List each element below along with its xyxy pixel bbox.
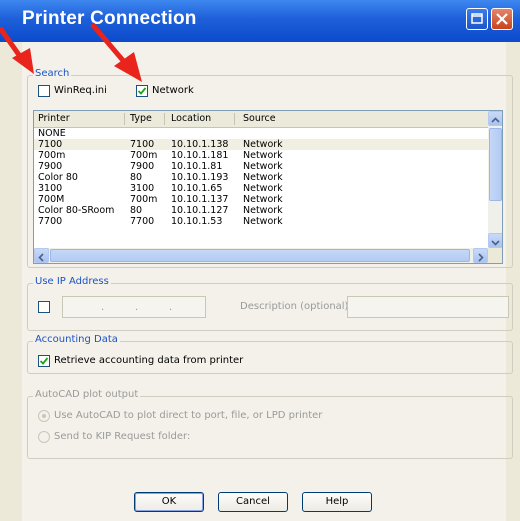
table-cell: 10.10.1.81	[171, 161, 223, 172]
ip-group-label: Use IP Address	[33, 276, 111, 287]
table-cell: 10.10.1.181	[171, 150, 229, 161]
network-checkbox[interactable]	[136, 85, 148, 97]
column-header-type[interactable]: Type	[130, 113, 152, 124]
table-row[interactable]: 7700 7700 10.10.1.53 Network	[34, 216, 488, 227]
table-row[interactable]: 3100 3100 10.10.1.65 Network	[34, 183, 488, 194]
table-cell: Color 80-SRoom	[38, 205, 115, 216]
table-cell: 7700	[130, 216, 155, 227]
maximize-button[interactable]	[466, 8, 488, 30]
table-row[interactable]: 700M 700m 10.10.1.137 Network	[34, 194, 488, 205]
table-cell: Network	[243, 161, 283, 172]
table-cell: 10.10.1.53	[171, 216, 223, 227]
table-cell: Network	[243, 183, 283, 194]
description-label: Description (optional):	[240, 301, 352, 312]
kip-request-radio[interactable]	[38, 431, 50, 443]
scroll-right-button[interactable]	[473, 248, 488, 263]
table-cell: Network	[243, 172, 283, 183]
red-arrow-icon	[0, 26, 34, 74]
vertical-scroll-thumb[interactable]	[489, 128, 502, 201]
table-cell: Network	[243, 205, 283, 216]
table-cell: 10.10.1.193	[171, 172, 229, 183]
table-cell: 10.10.1.137	[171, 194, 229, 205]
table-row[interactable]: Color 80 80 10.10.1.193 Network	[34, 172, 488, 183]
ok-button[interactable]: OK	[134, 492, 204, 512]
table-row[interactable]: 7900 7900 10.10.1.81 Network	[34, 161, 488, 172]
autocad-direct-label: Use AutoCAD to plot direct to port, file…	[54, 410, 323, 421]
use-ip-checkbox[interactable]	[38, 301, 50, 313]
description-input[interactable]	[347, 296, 509, 318]
table-row[interactable]: 7100 7100 10.10.1.138 Network	[34, 139, 488, 150]
ip-address-input[interactable]: . . .	[62, 296, 206, 318]
title-bar[interactable]: Printer Connection	[0, 0, 520, 42]
winreq-label: WinReq.ini	[54, 85, 107, 96]
chevron-up-icon	[491, 117, 500, 123]
ip-dot: .	[135, 302, 139, 313]
horizontal-scrollbar[interactable]	[34, 248, 488, 263]
retrieve-accounting-label: Retrieve accounting data from printer	[54, 355, 244, 366]
maximize-icon	[471, 13, 483, 24]
close-button[interactable]	[491, 8, 513, 30]
red-arrow-icon	[90, 22, 142, 82]
column-header-source[interactable]: Source	[243, 113, 276, 124]
column-separator[interactable]	[164, 113, 165, 125]
printer-connection-window: Printer Connection Search WinReq.ini Net…	[0, 0, 520, 521]
retrieve-accounting-checkbox[interactable]	[38, 355, 50, 367]
table-cell: 80	[130, 172, 143, 183]
table-cell: 10.10.1.65	[171, 183, 223, 194]
table-cell: 7100	[130, 139, 155, 150]
scroll-left-button[interactable]	[34, 248, 49, 263]
column-separator[interactable]	[234, 113, 235, 125]
close-icon	[496, 13, 508, 25]
column-header-location[interactable]: Location	[171, 113, 211, 124]
list-header: Printer Type Location Source	[34, 111, 488, 128]
table-row[interactable]: NONE	[34, 128, 488, 139]
table-cell: Color 80	[38, 172, 78, 183]
table-cell: 10.10.1.127	[171, 205, 229, 216]
checkmark-icon	[39, 357, 49, 365]
accounting-group-label: Accounting Data	[33, 334, 120, 345]
table-cell: Network	[243, 194, 283, 205]
winreq-checkbox[interactable]	[38, 85, 50, 97]
table-cell: 7700	[38, 216, 63, 227]
scroll-up-button[interactable]	[488, 111, 502, 126]
scroll-corner	[488, 248, 502, 263]
table-row[interactable]: 700m 700m 10.10.1.181 Network	[34, 150, 488, 161]
column-separator[interactable]	[124, 113, 125, 125]
help-button[interactable]: Help	[302, 492, 372, 512]
ip-dot: .	[101, 302, 105, 313]
table-cell: 3100	[38, 183, 63, 194]
table-cell: 80	[130, 205, 143, 216]
table-cell: Network	[243, 150, 283, 161]
scroll-down-button[interactable]	[488, 233, 502, 248]
autocad-group-label: AutoCAD plot output	[33, 389, 141, 400]
autocad-group: AutoCAD plot output	[27, 389, 513, 459]
table-row[interactable]: Color 80-SRoom 80 10.10.1.127 Network	[34, 205, 488, 216]
table-cell: 700m	[130, 194, 158, 205]
checkmark-icon	[137, 87, 147, 95]
table-cell: 700M	[38, 194, 65, 205]
table-cell: 700m	[38, 150, 66, 161]
table-cell: NONE	[38, 128, 66, 139]
table-cell: 7900	[38, 161, 63, 172]
table-cell: 7900	[130, 161, 155, 172]
table-cell: Network	[243, 216, 283, 227]
autocad-direct-radio[interactable]	[38, 410, 50, 422]
column-header-printer[interactable]: Printer	[38, 113, 70, 124]
kip-request-label: Send to KIP Request folder:	[54, 431, 191, 442]
table-cell: 10.10.1.138	[171, 139, 229, 150]
table-cell: Network	[243, 139, 283, 150]
network-label: Network	[152, 85, 194, 96]
table-cell: 7100	[38, 139, 63, 150]
table-cell: 700m	[130, 150, 158, 161]
vertical-scrollbar[interactable]	[488, 111, 502, 248]
chevron-right-icon	[478, 253, 484, 262]
printer-list[interactable]: Printer Type Location Source NONE 7100 710…	[33, 110, 503, 264]
chevron-left-icon	[38, 253, 44, 262]
table-cell: 3100	[130, 183, 155, 194]
ip-dot: .	[169, 302, 173, 313]
cancel-button[interactable]: Cancel	[218, 492, 288, 512]
horizontal-scroll-thumb[interactable]	[50, 249, 470, 262]
